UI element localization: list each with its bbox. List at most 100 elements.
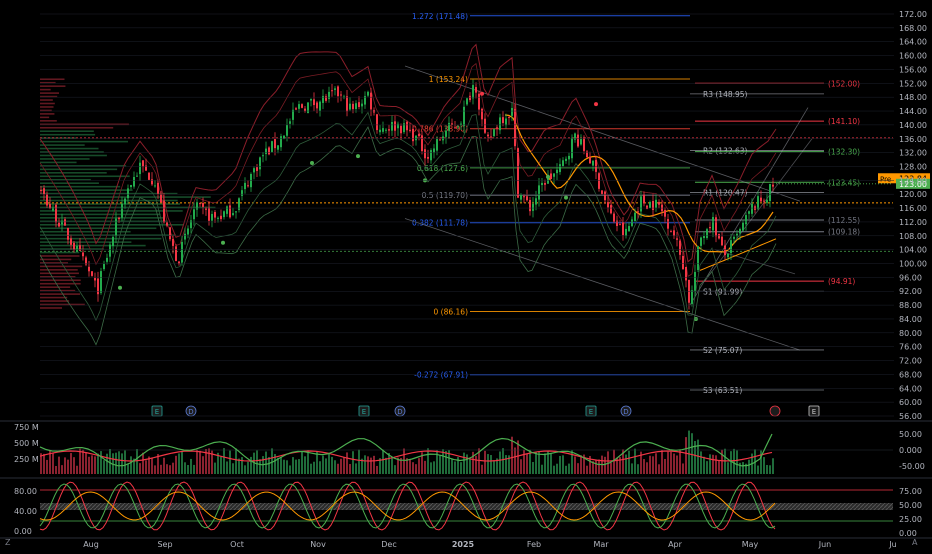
price-tick-label: 144.00: [899, 107, 927, 116]
candle-body: [211, 213, 213, 221]
volume-bar: [409, 459, 411, 474]
volume-bar: [688, 430, 690, 474]
candle-body: [406, 121, 408, 131]
volume-bar: [55, 465, 57, 474]
upper-band: [39, 43, 777, 263]
time-tick-label: Ju: [888, 540, 896, 549]
corner-bottom-right[interactable]: A: [912, 538, 917, 547]
profile-bar: [40, 147, 99, 150]
candle-body: [559, 164, 561, 173]
price-chart[interactable]: 1.272 (171.48)1 (153.24)0.786 (138.90)0.…: [0, 0, 932, 550]
stochastic-panel: 80.00 40.00 0.00 75.00 50.00 25.00 0.00: [14, 481, 922, 538]
volume-bar: [340, 458, 342, 474]
volume-bar: [484, 450, 486, 474]
candle-body: [502, 117, 504, 123]
volume-bar: [259, 459, 261, 474]
candle-body: [274, 138, 276, 149]
candle-body: [499, 117, 501, 131]
volume-bar: [559, 455, 561, 474]
time-tick-label: Apr: [668, 540, 683, 549]
candle-body: [550, 173, 552, 180]
candle-body: [370, 92, 372, 110]
candle-body: [415, 135, 417, 141]
candle-body: [430, 150, 432, 161]
volume-bar: [655, 453, 657, 474]
volume-bar: [445, 451, 447, 474]
candle-body: [313, 99, 315, 106]
volume-bar: [658, 464, 660, 474]
volume-bar: [223, 448, 225, 474]
candle-body: [508, 116, 510, 118]
candle-body: [733, 236, 735, 239]
candle-body: [199, 203, 201, 205]
candle-body: [409, 129, 411, 131]
volume-bar: [439, 454, 441, 474]
candle-body: [376, 114, 378, 131]
candle-body: [538, 185, 540, 200]
volume-bar: [637, 464, 639, 474]
volume-bar: [331, 456, 333, 474]
volume-bar: [598, 459, 600, 474]
candle-body: [256, 167, 258, 171]
volume-bar: [343, 457, 345, 474]
candle-body: [190, 220, 192, 229]
candle-body: [466, 98, 468, 105]
candle-body: [175, 246, 177, 262]
volume-bar: [502, 448, 504, 474]
volume-bar: [196, 449, 198, 474]
event-marker-label: D: [397, 408, 402, 416]
price-tick-label: 60.00: [899, 398, 922, 407]
candle-body: [337, 86, 339, 97]
price-tick-label: 172.00: [899, 10, 927, 19]
candle-body: [433, 148, 435, 153]
volume-bar: [88, 456, 90, 474]
volume-left-tick: 750 M: [14, 423, 39, 432]
stoch-left-tick: 0.00: [14, 527, 32, 536]
profile-bar: [40, 182, 99, 185]
profile-bar: [40, 251, 80, 254]
volume-bar: [730, 451, 732, 474]
profile-bar: [40, 210, 183, 212]
stoch-right-tick: 25.00: [899, 515, 922, 524]
volume-bar: [712, 454, 714, 474]
candle-body: [766, 199, 768, 203]
volume-bar: [391, 457, 393, 474]
volume-bar: [520, 459, 522, 474]
volume-bar: [319, 461, 321, 474]
candle-body: [577, 134, 579, 147]
profile-bar: [40, 161, 77, 164]
candle-body: [94, 277, 96, 281]
channel-line: [714, 249, 796, 275]
volume-bar: [136, 449, 138, 474]
candle-body: [139, 162, 141, 175]
candle-body: [346, 96, 348, 112]
volume-bar: [271, 448, 273, 474]
volume-bar: [85, 452, 87, 474]
volume-bar: [580, 455, 582, 474]
candle-body: [442, 136, 444, 141]
candle-body: [553, 173, 555, 177]
volume-bar: [769, 465, 771, 474]
volume-bar: [634, 448, 636, 474]
candle-body: [49, 203, 51, 209]
volume-bar: [355, 463, 357, 474]
candle-body: [712, 217, 714, 231]
volume-bar: [430, 462, 432, 474]
candle-body: [763, 200, 765, 202]
volume-bar: [436, 450, 438, 474]
candle-body: [259, 157, 261, 170]
candle-body: [115, 218, 117, 237]
candle-body: [97, 278, 99, 295]
volume-bar: [772, 458, 774, 474]
volume-bar: [673, 453, 675, 474]
volume-bar: [511, 436, 513, 474]
volume-bar: [550, 453, 552, 474]
price-tick-label: 68.00: [899, 370, 922, 379]
corner-bottom-left[interactable]: Z: [5, 538, 10, 547]
candle-body: [616, 220, 618, 227]
pivot-label: R2 (132.63): [703, 146, 748, 155]
volume-bar: [208, 448, 210, 474]
profile-bar: [40, 230, 131, 233]
volume-bar: [568, 463, 570, 474]
price-tick-label: 104.00: [899, 246, 927, 255]
